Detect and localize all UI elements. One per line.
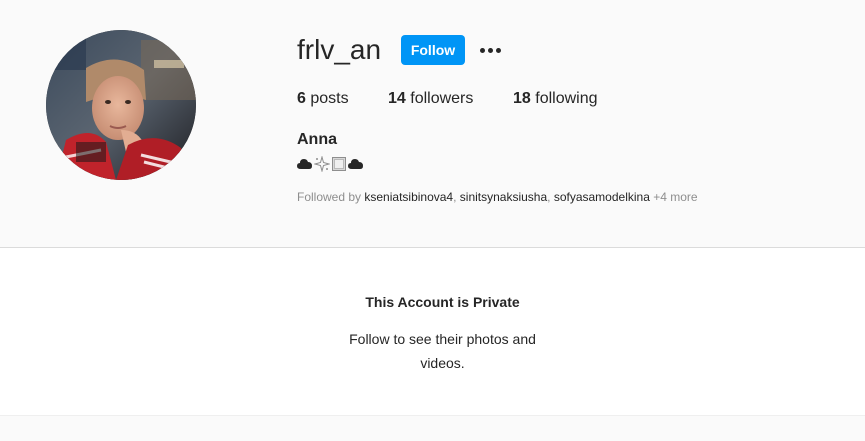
- followed-by-account-link[interactable]: sinitsynaksiusha: [460, 190, 547, 204]
- private-message-line: videos.: [420, 355, 465, 371]
- profile-username: frlv_an: [297, 34, 382, 65]
- profile-header: frlv_an Follow 6 posts 14 followers 18 f…: [0, 0, 865, 248]
- followed-by-separator: ,: [547, 190, 554, 204]
- profile-page: frlv_an Follow 6 posts 14 followers 18 f…: [0, 0, 865, 441]
- following-count: 18: [513, 90, 531, 107]
- avatar-photo: [46, 30, 196, 180]
- followed-by-account-link[interactable]: sofyasamodelkina: [554, 190, 650, 204]
- followed-by-prefix: Followed by: [297, 190, 362, 204]
- profile-full-name: Anna: [297, 131, 337, 148]
- posts-count: 6: [297, 90, 306, 107]
- private-account-message: Follow to see their photos and videos.: [0, 327, 865, 375]
- posts-label: posts: [310, 90, 349, 107]
- follow-button[interactable]: Follow: [401, 35, 465, 65]
- followers-count: 14: [388, 90, 406, 107]
- frame-icon: [332, 157, 346, 171]
- followers-stat[interactable]: 14 followers: [388, 89, 473, 109]
- sparkle-icon: [314, 156, 330, 172]
- more-dot: [479, 47, 485, 53]
- following-label: following: [535, 90, 598, 107]
- followers-label: followers: [410, 90, 474, 107]
- followed-by-separator: ,: [453, 190, 460, 204]
- followed-by-account-link[interactable]: kseniatsibinova4: [364, 190, 453, 204]
- private-account-panel: This Account is Private Follow to see th…: [0, 248, 865, 415]
- profile-avatar[interactable]: [46, 30, 196, 180]
- followed-by-more-link[interactable]: +4 more: [653, 190, 697, 204]
- more-dot: [487, 47, 493, 53]
- private-account-title: This Account is Private: [365, 294, 520, 310]
- more-options-icon[interactable]: [478, 40, 502, 60]
- footer-strip: [0, 416, 865, 441]
- profile-bio: [297, 154, 364, 174]
- posts-stat: 6 posts: [297, 89, 349, 109]
- followed-by: Followed by kseniatsibinova4, sinitsynak…: [297, 189, 698, 205]
- cloud-icon: [348, 159, 363, 169]
- following-stat[interactable]: 18 following: [513, 89, 598, 109]
- private-message-line: Follow to see their photos and: [349, 331, 536, 347]
- more-dot: [495, 47, 501, 53]
- cloud-icon: [297, 159, 312, 169]
